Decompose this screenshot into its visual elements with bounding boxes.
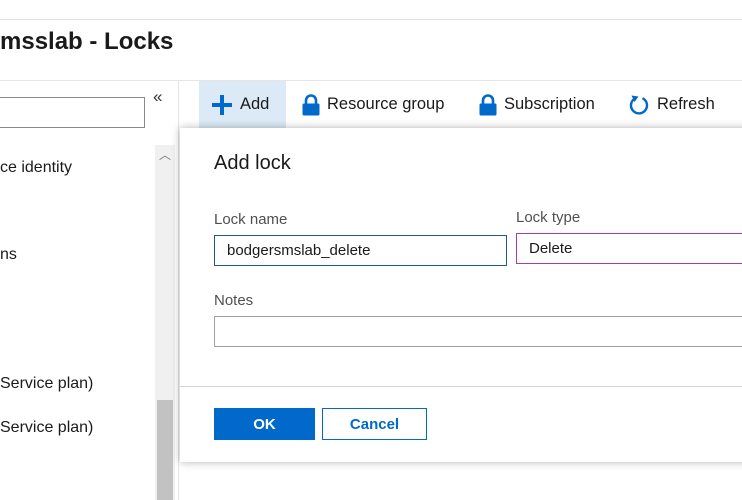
sidebar-item-service-plan-1[interactable]: Service plan) xyxy=(0,375,93,393)
menu-search-input[interactable] xyxy=(0,97,145,128)
lock-name-label: Lock name xyxy=(214,211,288,228)
scroll-up-icon[interactable]: ︿ xyxy=(159,146,171,163)
add-button[interactable]: Add xyxy=(199,81,286,128)
notes-label: Notes xyxy=(214,292,254,309)
sidebar-item-identity[interactable]: ce identity xyxy=(0,159,72,177)
top-bar xyxy=(0,0,742,20)
cancel-button[interactable]: Cancel xyxy=(322,408,427,440)
subscription-label: Subscription xyxy=(504,95,595,113)
notes-input[interactable] xyxy=(214,316,742,347)
refresh-button[interactable]: Refresh xyxy=(628,81,715,128)
resource-group-label: Resource group xyxy=(327,95,445,113)
scrollbar-thumb[interactable] xyxy=(157,400,173,500)
collapse-menu-icon[interactable]: « xyxy=(153,87,162,107)
dialog-divider xyxy=(180,386,742,387)
lock-name-input[interactable]: bodgersmslab_delete xyxy=(214,235,507,266)
page-title: msslab - Locks xyxy=(0,28,174,55)
ok-button[interactable]: OK xyxy=(214,408,315,440)
add-label: Add xyxy=(240,95,270,113)
add-lock-dialog: Add lock Lock name bodgersmslab_delete L… xyxy=(180,128,742,462)
refresh-icon xyxy=(628,94,650,116)
resource-group-lock-button[interactable]: Resource group xyxy=(302,81,444,128)
lock-icon xyxy=(302,93,320,116)
subscription-lock-button[interactable]: Subscription xyxy=(479,81,595,128)
lock-type-select[interactable]: Delete xyxy=(516,233,742,264)
dialog-title: Add lock xyxy=(214,152,291,174)
lock-icon xyxy=(479,93,497,116)
plus-icon xyxy=(211,94,233,116)
sidebar-item-extensions[interactable]: ns xyxy=(0,246,17,264)
blade-divider xyxy=(178,81,179,500)
sidebar-item-service-plan-2[interactable]: Service plan) xyxy=(0,419,93,437)
lock-type-label: Lock type xyxy=(516,209,581,226)
refresh-label: Refresh xyxy=(657,95,715,113)
